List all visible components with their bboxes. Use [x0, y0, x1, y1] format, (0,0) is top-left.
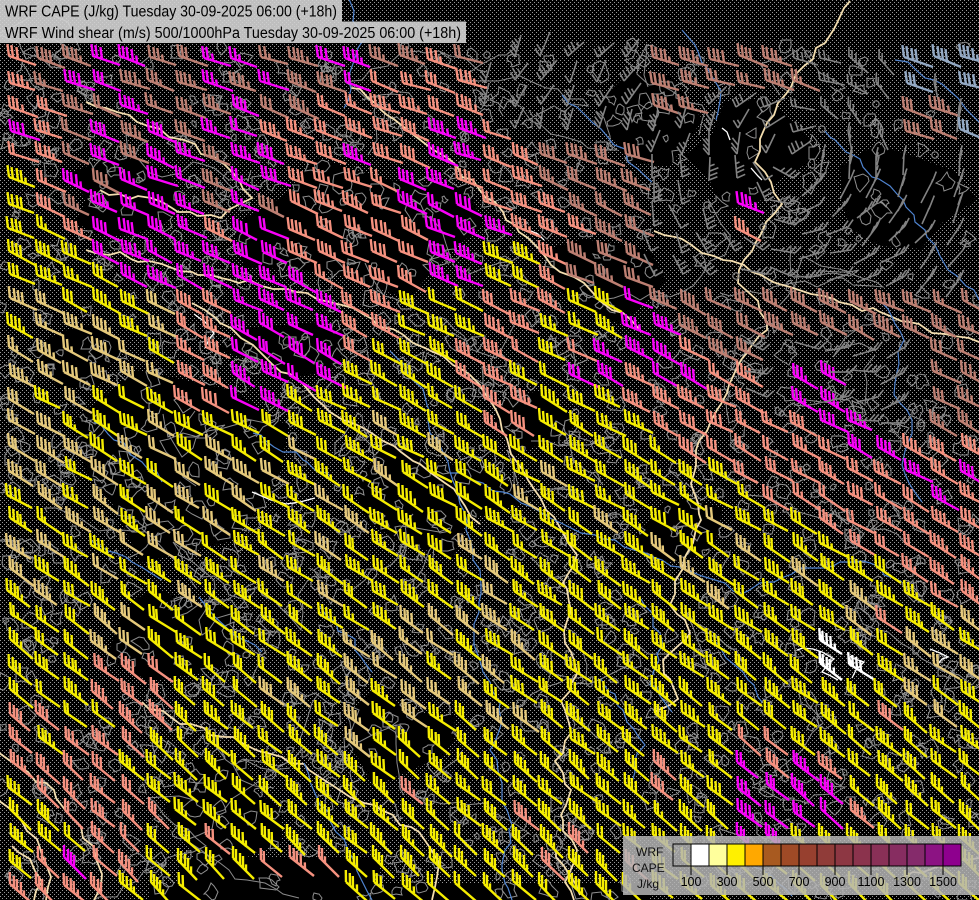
svg-text:1100: 1100 [858, 875, 885, 889]
svg-text:WRF Wind shear (m/s) 500/1000h: WRF Wind shear (m/s) 500/1000hPa Tuesday… [5, 25, 461, 42]
svg-text:1300: 1300 [893, 875, 921, 889]
svg-text:500: 500 [753, 875, 774, 889]
svg-text:J/kg: J/kg [637, 877, 659, 891]
svg-text:300: 300 [717, 875, 738, 889]
svg-text:700: 700 [789, 875, 810, 889]
svg-text:WRF: WRF [636, 845, 663, 859]
svg-text:900: 900 [825, 875, 846, 889]
svg-text:1500: 1500 [929, 875, 957, 889]
svg-text:CAPE: CAPE [632, 861, 665, 875]
svg-text:WRF CAPE (J/kg) Tuesday 30-09-: WRF CAPE (J/kg) Tuesday 30-09-2025 06:00… [5, 4, 337, 21]
svg-text:100: 100 [681, 875, 702, 889]
